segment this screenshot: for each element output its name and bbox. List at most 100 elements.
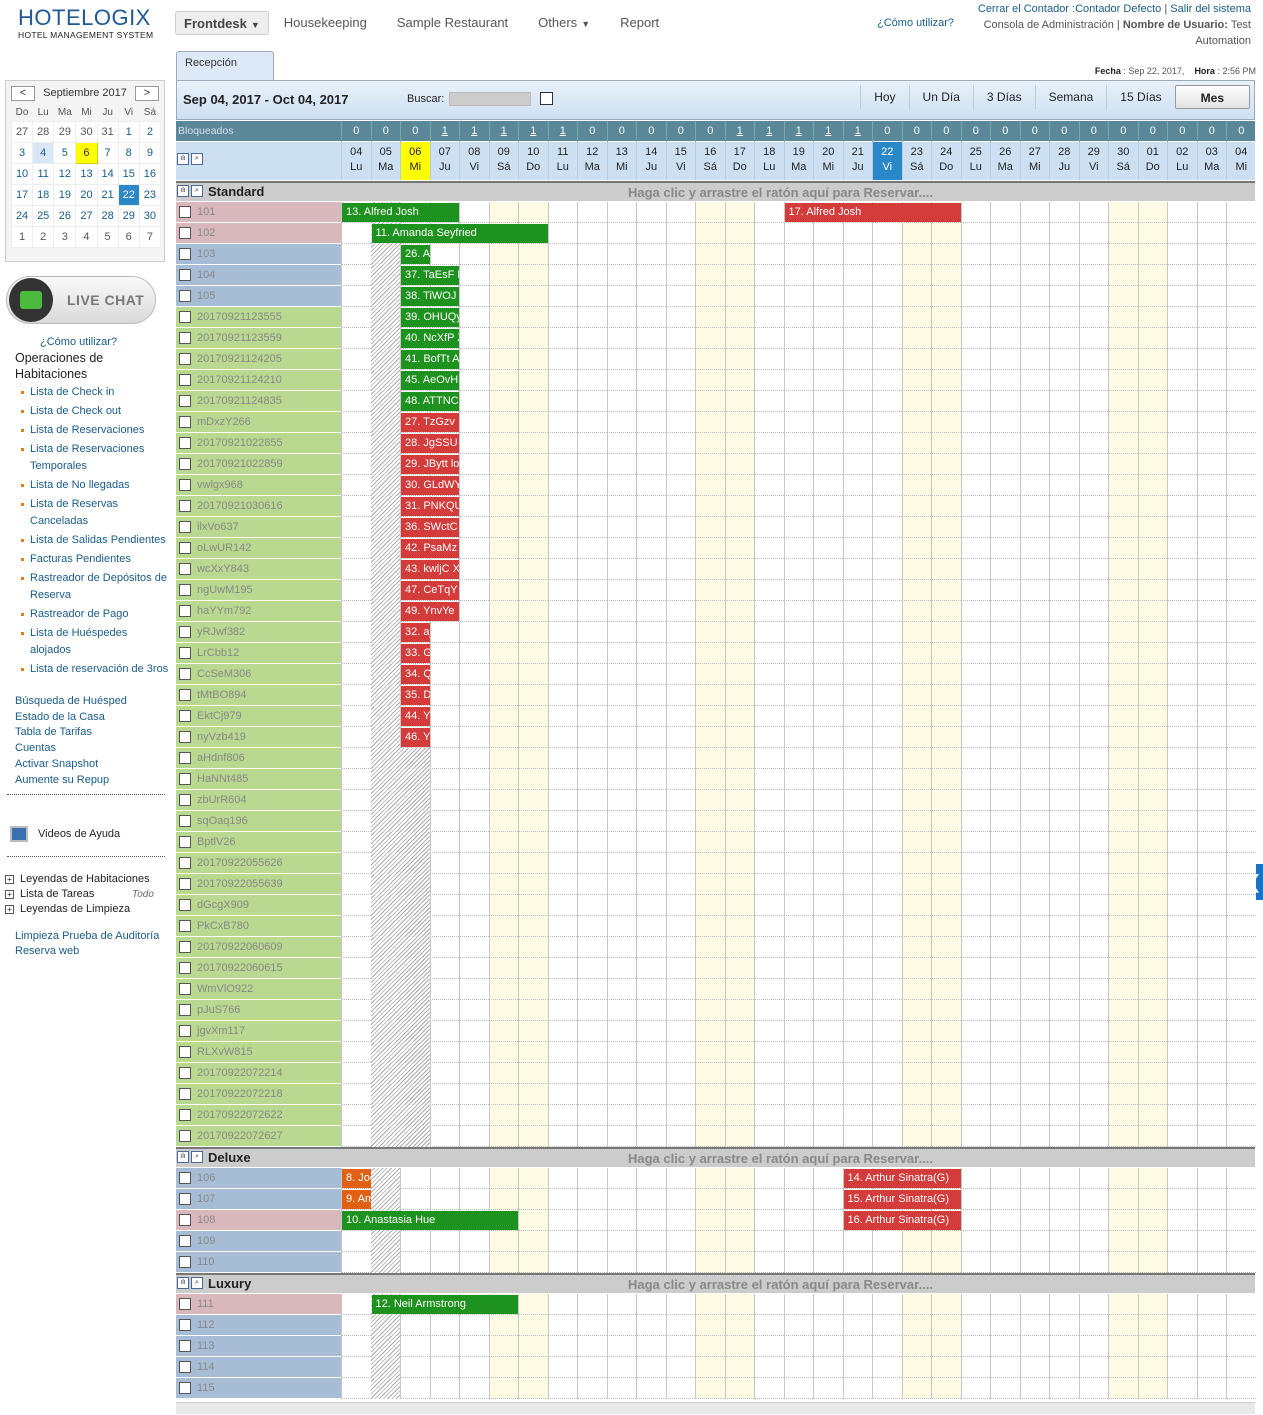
grid-cell[interactable] xyxy=(1196,853,1226,874)
grid-cell[interactable] xyxy=(665,1168,695,1189)
grid-cell[interactable] xyxy=(1167,454,1197,475)
grid-cell[interactable] xyxy=(518,1210,548,1231)
grid-cell[interactable] xyxy=(960,244,990,265)
room-checkbox[interactable] xyxy=(179,1004,191,1016)
grid-cell[interactable] xyxy=(1226,475,1256,496)
grid-cell[interactable] xyxy=(1226,517,1256,538)
grid-cell[interactable] xyxy=(1226,433,1256,454)
grid-cell[interactable] xyxy=(783,475,813,496)
grid-cell[interactable] xyxy=(1167,475,1197,496)
grid-cell[interactable] xyxy=(547,370,577,391)
grid-cell[interactable] xyxy=(754,1021,784,1042)
grid-cell[interactable] xyxy=(724,706,754,727)
view-3-días[interactable]: 3 Días xyxy=(972,85,1035,109)
room-label[interactable]: 20170921022859 xyxy=(176,454,341,474)
grid-cell[interactable] xyxy=(1078,643,1108,664)
grid-cell[interactable] xyxy=(1137,916,1167,937)
grid-cell[interactable] xyxy=(665,1315,695,1336)
grid-cell[interactable] xyxy=(577,223,607,244)
grid-cell[interactable] xyxy=(606,391,636,412)
grid-cell[interactable] xyxy=(1196,1378,1226,1399)
grid-cell[interactable] xyxy=(1226,391,1256,412)
grid-cell[interactable] xyxy=(813,811,843,832)
room-label[interactable]: 115 xyxy=(176,1378,341,1398)
grid-cell[interactable] xyxy=(901,1126,931,1147)
room-label[interactable]: zbUrR604 xyxy=(176,790,341,810)
grid-cell[interactable] xyxy=(1167,559,1197,580)
grid-cell[interactable] xyxy=(842,748,872,769)
room-label[interactable]: 20170921123559 xyxy=(176,328,341,348)
grid-cell[interactable] xyxy=(783,979,813,1000)
grid-cell[interactable] xyxy=(960,223,990,244)
grid-cell[interactable] xyxy=(1196,202,1226,223)
grid-cell[interactable] xyxy=(813,601,843,622)
grid-cell[interactable] xyxy=(754,496,784,517)
grid-cell[interactable] xyxy=(577,979,607,1000)
grid-cell[interactable] xyxy=(518,1084,548,1105)
grid-cell[interactable] xyxy=(429,1231,459,1252)
grid-cell[interactable] xyxy=(1167,1105,1197,1126)
grid-cell[interactable] xyxy=(547,1336,577,1357)
grid-cell[interactable] xyxy=(813,286,843,307)
grid-cell[interactable] xyxy=(990,622,1020,643)
grid-cell[interactable] xyxy=(488,328,518,349)
grid-cell[interactable] xyxy=(990,517,1020,538)
grid-cell[interactable] xyxy=(547,538,577,559)
room-label[interactable]: 20170922055626 xyxy=(176,853,341,873)
grid-cell[interactable] xyxy=(842,223,872,244)
grid-cell[interactable] xyxy=(341,580,371,601)
grid-cell[interactable] xyxy=(1078,1021,1108,1042)
grid-cell[interactable] xyxy=(813,265,843,286)
grid-cell[interactable] xyxy=(577,1021,607,1042)
grid-cell[interactable] xyxy=(1226,601,1256,622)
grid-cell[interactable] xyxy=(813,1231,843,1252)
sidebar-link[interactable]: Estado de la Casa xyxy=(15,710,170,726)
grid-cell[interactable] xyxy=(1078,370,1108,391)
grid-cell[interactable] xyxy=(1196,1315,1226,1336)
room-checkbox[interactable] xyxy=(179,710,191,722)
grid-cell[interactable] xyxy=(1019,622,1049,643)
grid-cell[interactable] xyxy=(990,1294,1020,1315)
grid-cell[interactable] xyxy=(1078,979,1108,1000)
grid-cell[interactable] xyxy=(1167,286,1197,307)
grid-cell[interactable] xyxy=(577,748,607,769)
grid-cell[interactable] xyxy=(1196,307,1226,328)
tab-recepcion[interactable]: Recepción xyxy=(176,51,274,80)
grid-cell[interactable] xyxy=(400,1252,430,1273)
grid-cell[interactable] xyxy=(872,685,902,706)
grid-cell[interactable] xyxy=(813,244,843,265)
grid-cell[interactable] xyxy=(1226,1231,1256,1252)
grid-cell[interactable] xyxy=(1108,202,1138,223)
grid-cell[interactable] xyxy=(1108,706,1138,727)
grid-cell[interactable] xyxy=(459,1168,489,1189)
grid-cell[interactable] xyxy=(459,1084,489,1105)
grid-cell[interactable] xyxy=(754,475,784,496)
grid-cell[interactable] xyxy=(459,559,489,580)
grid-cell[interactable] xyxy=(547,349,577,370)
room-label[interactable]: 20170922072622 xyxy=(176,1105,341,1125)
grid-cell[interactable] xyxy=(1078,1000,1108,1021)
sidebar-op-item[interactable]: Lista de Check out xyxy=(20,403,170,420)
grid-cell[interactable] xyxy=(1196,1063,1226,1084)
grid-cell[interactable] xyxy=(1078,1357,1108,1378)
grid-cell[interactable] xyxy=(1137,328,1167,349)
grid-cell[interactable] xyxy=(577,538,607,559)
reservation-block[interactable]: 36. SWctC xyxy=(401,518,459,537)
grid-cell[interactable] xyxy=(1019,874,1049,895)
day-header[interactable]: 21 Ju xyxy=(842,142,873,180)
prev-month-button[interactable]: < xyxy=(11,85,35,101)
grid-cell[interactable] xyxy=(577,349,607,370)
grid-cell[interactable] xyxy=(960,412,990,433)
category-header-deluxe[interactable]: ılı ⌕ Deluxe Haga clic y arrastre el ratón … xyxy=(176,1147,1255,1167)
grid-cell[interactable] xyxy=(783,1063,813,1084)
grid-cell[interactable] xyxy=(842,454,872,475)
grid-cell[interactable] xyxy=(931,811,961,832)
grid-cell[interactable] xyxy=(783,1189,813,1210)
grid-cell[interactable] xyxy=(547,832,577,853)
grid-cell[interactable] xyxy=(872,391,902,412)
grid-cell[interactable] xyxy=(606,559,636,580)
category-header-standard[interactable]: ılı ⌕ Standard Haga clic y arrastre el rató… xyxy=(176,181,1255,201)
reservation-block[interactable]: 13. Alfred Josh xyxy=(342,203,459,222)
grid-cell[interactable] xyxy=(783,958,813,979)
reservation-block[interactable]: 9. Am xyxy=(342,1190,371,1209)
